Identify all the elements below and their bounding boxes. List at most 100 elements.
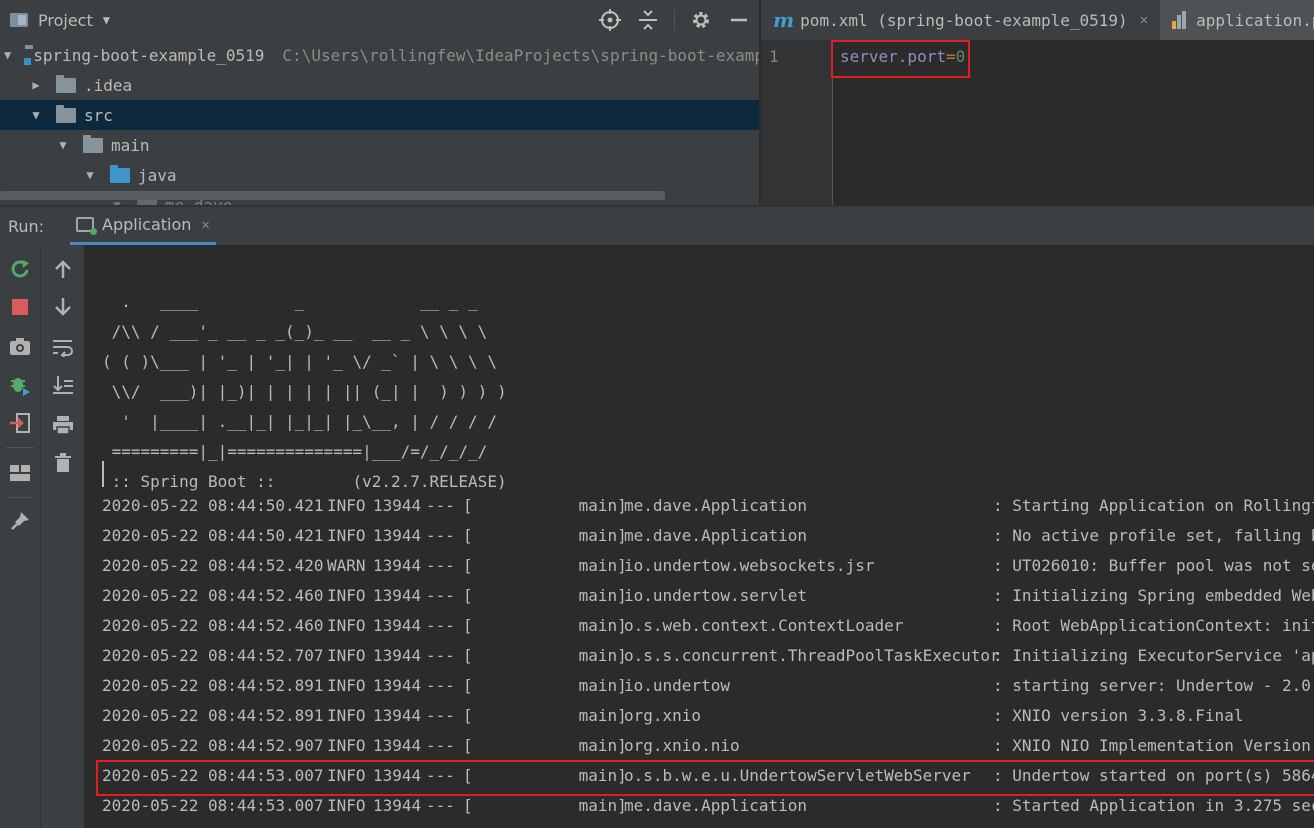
log-level: INFO xyxy=(327,646,366,665)
editor-panel: m pom.xml (spring-boot-example_0519) ✕ a… xyxy=(761,0,1314,205)
log-separator: --- xyxy=(426,526,455,545)
editor-tabs: m pom.xml (spring-boot-example_0519) ✕ a… xyxy=(761,0,1314,40)
log-message: : Starting Application on Rollingfew xyxy=(993,496,1314,515)
console-output[interactable]: . ____ _ __ _ _ /\\ / ___'_ __ _ _(_)_ _… xyxy=(84,245,1314,828)
log-pid: 13944 xyxy=(373,586,422,605)
scroll-to-end-icon[interactable] xyxy=(51,373,75,397)
chevron-down-icon[interactable]: ▼ xyxy=(84,168,96,182)
tree-item-label: main xyxy=(111,135,150,155)
locate-icon[interactable] xyxy=(598,8,622,32)
maven-icon: m xyxy=(773,8,795,32)
log-level: WARN xyxy=(327,556,366,575)
run-tab-application[interactable]: Application ✕ xyxy=(70,207,216,245)
toolbar-divider xyxy=(6,447,34,448)
log-pid: 13944 xyxy=(373,616,422,635)
log-separator: --- xyxy=(426,736,455,755)
folder-icon xyxy=(56,74,76,93)
arrow-down-icon[interactable] xyxy=(51,295,75,319)
folder-icon xyxy=(56,104,76,123)
log-timestamp: 2020-05-22 08:44:52.420 xyxy=(102,556,324,575)
tab-pom-xml[interactable]: m pom.xml (spring-boot-example_0519) ✕ xyxy=(761,0,1160,40)
soft-wrap-icon[interactable] xyxy=(51,335,75,359)
chevron-down-icon[interactable]: ▼ xyxy=(57,138,69,152)
project-header[interactable]: Project ▼ xyxy=(0,0,759,40)
log-separator: --- xyxy=(426,616,455,635)
pin-icon[interactable] xyxy=(8,509,32,533)
banner-line: /\\ / ___'_ __ _ _(_)_ __ __ _ \ \ \ \ xyxy=(102,322,488,341)
banner-line: =========|_|==============|___/=/_/_/_/ xyxy=(102,442,488,461)
minimize-icon[interactable] xyxy=(727,8,751,32)
tree-item-src[interactable]: ▼ src xyxy=(0,100,759,130)
log-thread: [ main] xyxy=(463,616,627,635)
log-level: INFO xyxy=(327,736,366,755)
tab-label: pom.xml (spring-boot-example_0519) xyxy=(800,10,1128,30)
layout-icon[interactable] xyxy=(8,461,32,485)
log-message: : Initializing ExecutorService 'appl xyxy=(993,646,1314,665)
debug-icon[interactable] xyxy=(8,373,32,397)
highlight-box xyxy=(96,760,1314,796)
run-left-toolbar xyxy=(0,245,40,828)
log-thread: [ main] xyxy=(463,526,627,545)
chevron-down-icon[interactable]: ▼ xyxy=(30,108,42,122)
log-message: : No active profile set, falling bac xyxy=(993,526,1314,545)
tree-item-label: src xyxy=(84,105,113,125)
project-title: Project xyxy=(38,10,93,30)
toolbar-divider xyxy=(6,497,34,498)
log-pid: 13944 xyxy=(373,646,422,665)
horizontal-scrollbar[interactable] xyxy=(0,191,665,200)
tab-application-properties[interactable]: application.properties xyxy=(1160,0,1314,40)
highlight-box xyxy=(831,40,970,78)
log-thread: [ main] xyxy=(463,586,627,605)
chevron-down-icon[interactable]: ▼ xyxy=(103,13,110,27)
project-panel: Project ▼ ▼ spring-boot-example_0519 C:\… xyxy=(0,0,759,205)
line-number: 1 xyxy=(769,47,779,66)
properties-icon xyxy=(1172,11,1188,29)
run-console-toolbar xyxy=(40,245,84,828)
tree-item-project-root[interactable]: ▼ spring-boot-example_0519 C:\Users\roll… xyxy=(0,40,759,70)
project-toolbar xyxy=(598,0,751,40)
arrow-up-icon[interactable] xyxy=(51,257,75,281)
log-level: INFO xyxy=(327,496,366,515)
log-logger: o.s.s.concurrent.ThreadPoolTaskExecutor xyxy=(624,646,1000,665)
camera-icon[interactable] xyxy=(8,334,32,358)
tree-item-java[interactable]: ▼ java xyxy=(0,160,759,190)
close-icon[interactable]: ✕ xyxy=(1140,12,1148,28)
log-logger: io.undertow.websockets.jsr xyxy=(624,556,875,575)
chevron-right-icon[interactable]: ▶ xyxy=(30,78,42,92)
log-logger: io.undertow xyxy=(624,676,730,695)
rerun-icon[interactable] xyxy=(8,257,32,281)
log-message: : Root WebApplicationContext: initia xyxy=(993,616,1314,635)
stop-icon[interactable] xyxy=(8,295,32,319)
log-thread: [ main] xyxy=(463,556,627,575)
banner-line: ( ( )\___ | '_ | '_| | '_ \/ _` | \ \ \ … xyxy=(102,352,497,371)
trash-icon[interactable] xyxy=(51,451,75,475)
log-separator: --- xyxy=(426,586,455,605)
run-tab-label: Application xyxy=(102,215,192,234)
log-pid: 13944 xyxy=(373,676,422,695)
project-view-icon xyxy=(10,13,28,27)
close-icon[interactable]: ✕ xyxy=(201,217,209,233)
tree-item-main[interactable]: ▼ main xyxy=(0,130,759,160)
run-label: Run: xyxy=(8,216,45,236)
log-pid: 13944 xyxy=(373,526,422,545)
log-timestamp: 2020-05-22 08:44:50.421 xyxy=(102,496,324,515)
log-timestamp: 2020-05-22 08:44:52.707 xyxy=(102,646,324,665)
print-icon[interactable] xyxy=(51,413,75,437)
log-message: : XNIO version 3.3.8.Final xyxy=(993,706,1244,725)
chevron-down-icon[interactable]: ▼ xyxy=(4,48,11,62)
source-folder-icon xyxy=(110,164,130,183)
gear-icon[interactable] xyxy=(689,8,713,32)
collapse-all-icon[interactable] xyxy=(636,8,660,32)
toolbar-divider xyxy=(674,9,675,31)
log-thread: [ main] xyxy=(463,736,627,755)
console-icon xyxy=(76,217,97,235)
log-timestamp: 2020-05-22 08:44:52.907 xyxy=(102,736,324,755)
log-thread: [ main] xyxy=(463,706,627,725)
log-logger: org.xnio.nio xyxy=(624,736,740,755)
exit-icon[interactable] xyxy=(8,411,32,435)
log-thread: [ main] xyxy=(463,676,627,695)
tree-item-label: spring-boot-example_0519 xyxy=(33,45,265,65)
log-message: : XNIO NIO Implementation Version 3. xyxy=(993,736,1314,755)
tree-item-idea[interactable]: ▶ .idea xyxy=(0,70,759,100)
log-timestamp: 2020-05-22 08:44:52.891 xyxy=(102,706,324,725)
